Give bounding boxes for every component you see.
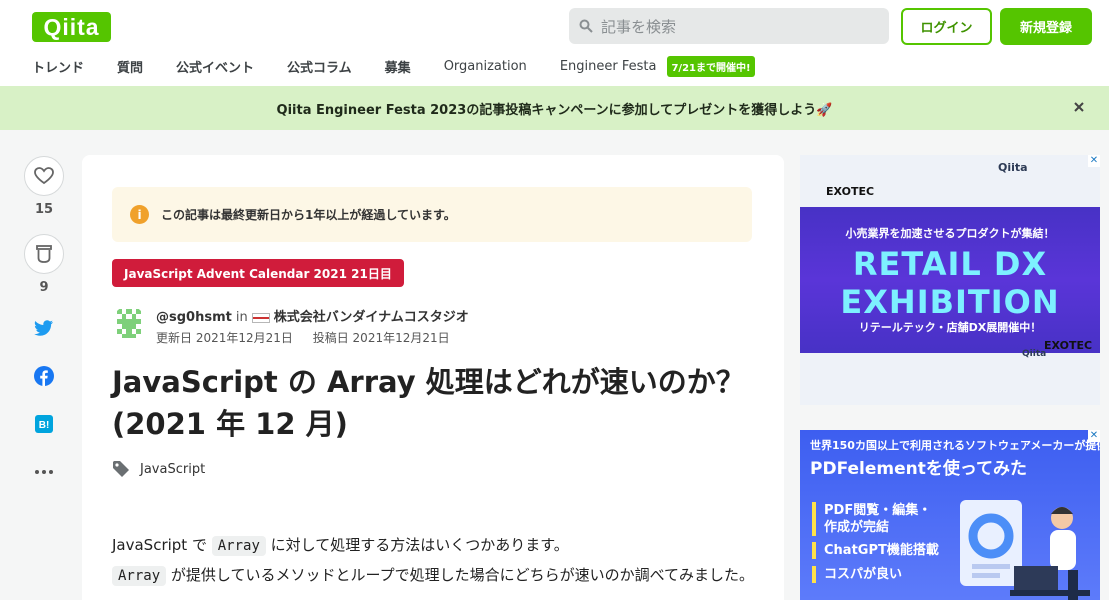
campaign-banner-text[interactable]: Qiita Engineer Festa 2023の記事投稿キャンペーンに参加し…	[277, 99, 833, 118]
ad-exotec-label: EXOTEC	[826, 185, 875, 198]
info-icon: i	[130, 205, 149, 224]
like-count: 15	[34, 202, 54, 217]
author-in-label: in	[235, 310, 248, 325]
body-paragraph-2: Array が提供しているメソッドとループで処理した場合にどちらが速いのか調べて…	[112, 561, 762, 591]
ad-person-illustration	[960, 500, 1090, 600]
ad-choices-icon[interactable]: ✕	[1088, 155, 1100, 167]
inline-code: Array	[211, 536, 266, 556]
nav-item-official-columns[interactable]: 公式コラム	[287, 57, 352, 76]
hatena-bookmark-button[interactable]: B!	[24, 414, 64, 434]
body-text-1b: に対して処理する方法はいくつかあります。	[265, 536, 569, 554]
body-text-1a: JavaScript で	[112, 536, 212, 554]
posted-date: 投稿日 2021年12月21日	[312, 331, 450, 345]
hatena-bookmark-icon: B!	[35, 415, 53, 433]
nav-item-questions[interactable]: 質問	[117, 57, 143, 76]
inline-code: Array	[112, 566, 167, 586]
stock-count: 9	[39, 280, 49, 295]
nav-item-official-events[interactable]: 公式イベント	[176, 57, 254, 76]
body-paragraph-1: JavaScript で Array に対して処理する方法はいくつかあります。	[112, 531, 762, 561]
qiita-logo[interactable]: Qiita	[32, 12, 111, 42]
pdfelement-ad[interactable]: 世界150カ国以上で利用されるソフトウェアメーカーが提供 PDFelementを…	[800, 430, 1100, 600]
campaign-banner[interactable]: Qiita Engineer Festa 2023の記事投稿キャンペーンに参加し…	[0, 86, 1109, 130]
article-actions-rail: 15 9 B!	[24, 156, 64, 482]
svg-text:B!: B!	[39, 420, 50, 431]
search-icon	[579, 19, 593, 33]
tag-icon	[113, 461, 129, 477]
ad-retail-headline-line1: RETAIL DX	[852, 245, 1048, 283]
nav-item-organization[interactable]: Organization	[444, 59, 527, 74]
search-placeholder: 記事を検索	[601, 17, 677, 36]
article-tag[interactable]: JavaScript	[112, 460, 205, 478]
avatar[interactable]	[112, 306, 146, 340]
retail-dx-ad[interactable]: Qiita EXOTEC 小売業界を加速させるプロダクトが集結！ RETAIL …	[800, 155, 1100, 405]
nav-item-recruitment[interactable]: 募集	[385, 57, 411, 76]
search-input[interactable]: 記事を検索	[569, 8, 889, 44]
advent-calendar-badge[interactable]: JavaScript Advent Calendar 2021 21日目	[112, 259, 404, 287]
stock-button[interactable]	[24, 234, 64, 274]
outdated-notice: i この記事は最終更新日から1年以上が経過しています。	[112, 187, 752, 242]
twitter-share-button[interactable]	[24, 318, 64, 338]
organization-logo[interactable]	[251, 312, 270, 323]
ad-retail-subtitle: 小売業界を加速させるプロダクトが集結！	[845, 227, 1055, 240]
ad-choices-icon[interactable]: ✕	[1088, 430, 1100, 442]
organization-name[interactable]: 株式会社バンダイナムコスタジオ	[274, 310, 469, 325]
ad-retail-headline: RETAIL DX EXHIBITION	[800, 245, 1100, 321]
ad-pdf-headline: PDFelementを使ってみた	[810, 459, 1028, 479]
twitter-icon	[34, 319, 53, 336]
like-button[interactable]	[24, 156, 64, 196]
ad-screenshot-strip-bottom	[800, 353, 1100, 405]
login-button[interactable]: ログイン	[901, 8, 992, 45]
article-card: i この記事は最終更新日から1年以上が経過しています。 JavaScript A…	[82, 155, 784, 600]
ad-pdf-feature-3: コスパが良い	[812, 566, 902, 583]
ad-pdf-feature-1b: 作成が完結	[824, 520, 890, 535]
ad-pdf-feature-1a: PDF閲覧・編集・	[824, 503, 932, 518]
article-body: JavaScript で Array に対して処理する方法はいくつかあります。 …	[112, 531, 762, 591]
ad-retail-tagline: リテールテック・店舗DX展開催中！	[858, 321, 1042, 334]
nav-item-engineer-festa[interactable]: Engineer Festa	[560, 59, 657, 74]
site-header: Qiita 記事を検索 ログイン 新規登録 トレンド 質問 公式イベント 公式コ…	[0, 0, 1109, 86]
ad-pdf-feature-1: PDF閲覧・編集・ 作成が完結	[812, 502, 931, 536]
close-icon[interactable]	[1071, 99, 1087, 115]
author-line: @sg0hsmt in 株式会社バンダイナムコスタジオ	[156, 306, 469, 325]
ad-screenshot-strip-top	[800, 155, 1100, 207]
more-icon	[35, 470, 53, 474]
tag-label[interactable]: JavaScript	[140, 462, 205, 477]
author-handle[interactable]: @sg0hsmt	[156, 310, 232, 325]
ad-pdf-feature-2: ChatGPT機能搭載	[812, 542, 939, 559]
ad-qiita-brand: Qiita	[998, 161, 1028, 174]
ad-pdf-subtitle: 世界150カ国以上で利用されるソフトウェアメーカーが提供	[810, 439, 1100, 452]
ad-retail-headline-line2: EXHIBITION	[840, 283, 1060, 321]
ad-exotec-label-bottom: EXOTEC	[1044, 339, 1093, 352]
signup-button[interactable]: 新規登録	[1000, 8, 1092, 45]
article-title: JavaScript の Array 処理はどれが速いのか？ (2021 年 1…	[112, 365, 745, 441]
ad-qiita-brand-bottom: Qiita	[1022, 349, 1047, 359]
facebook-icon	[34, 366, 54, 386]
updated-date: 更新日 2021年12月21日	[156, 331, 293, 345]
heart-icon	[34, 167, 54, 185]
outdated-notice-text: この記事は最終更新日から1年以上が経過しています。	[161, 208, 456, 222]
nav-item-trend[interactable]: トレンド	[32, 57, 84, 76]
body-text-2: が提供しているメソッドとループで処理した場合にどちらが速いのか調べてみました。	[166, 566, 754, 584]
avatar-identicon	[112, 306, 146, 340]
festa-badge: 7/21まで開催中!	[667, 55, 755, 77]
article-dates: 更新日 2021年12月21日 投稿日 2021年12月21日	[156, 329, 466, 346]
global-nav: トレンド 質問 公式イベント 公式コラム 募集 Organization Eng…	[32, 54, 755, 78]
facebook-share-button[interactable]	[24, 366, 64, 386]
more-options-button[interactable]	[24, 462, 64, 482]
stock-icon	[36, 245, 52, 263]
